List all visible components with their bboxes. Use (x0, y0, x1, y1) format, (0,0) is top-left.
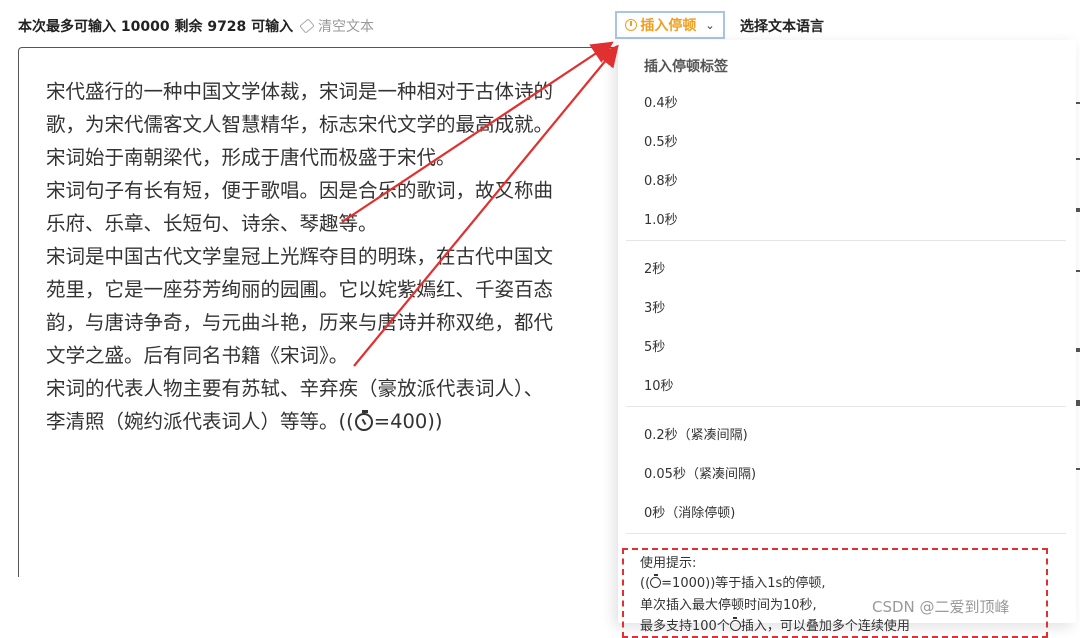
insert-pause-label: 插入停顿 (640, 18, 697, 34)
tips-line-1-prefix: (( (640, 576, 651, 591)
pause-option-0-2s[interactable]: 0.2秒（紧凑间隔) (644, 424, 748, 443)
stopwatch-icon (729, 617, 741, 631)
insert-pause-dropdown: 插入停顿标签 0.4秒 0.5秒 0.8秒 1.0秒 2秒 3秒 5秒 10秒 … (618, 40, 1076, 638)
tips-line-2: 单次插入最大停顿时间为10秒, (640, 598, 817, 613)
stopwatch-icon (650, 574, 662, 588)
eraser-icon (299, 18, 315, 34)
watermark: CSDN @二爱到顶峰 (872, 598, 1010, 616)
clear-text-button[interactable]: 清空文本 (299, 16, 374, 36)
chevron-down-icon: ⌄ (705, 18, 715, 32)
tips-line-3-prefix: 最多支持100个 (640, 619, 730, 634)
editor-line: 文学之盛。后有同名书籍《宋词》。 (46, 344, 349, 367)
pause-option-5s[interactable]: 5秒 (644, 336, 665, 355)
editor-line: 歌，为宋代儒客文人智慧精华，标志宋代文学的最高成就。 (46, 113, 554, 136)
editor-line: 宋词句子有长有短，便于歌唱。因是合乐的歌词，故又称曲 (46, 179, 554, 202)
editor-line-last: 李清照（婉约派代表词人）等等。(( =400)) (46, 405, 646, 438)
pause-option-3s[interactable]: 3秒 (644, 297, 665, 316)
pause-option-0-5s[interactable]: 0.5秒 (644, 131, 678, 150)
editor-line: 苑里，它是一座芬芳绚丽的园圃。它以姹紫嫣红、千姿百态 (46, 278, 554, 301)
pause-option-10s[interactable]: 10秒 (644, 375, 674, 394)
dropdown-header: 插入停顿标签 (644, 59, 728, 75)
editor-line: 宋代盛行的一种中国文学体裁，宋词是一种相对于古体诗的 (46, 80, 554, 103)
insert-pause-button[interactable]: 插入停顿 ⌄ (615, 11, 725, 39)
tips-line-1-suffix: =1000))等于插入1s的停顿, (661, 576, 826, 591)
editor-line: 韵，与唐诗争奇，与元曲斗艳，历来与唐诗并称双绝，都代 (46, 311, 554, 334)
tips-line-1: (( =1000))等于插入1s的停顿, (640, 572, 825, 591)
divider (626, 406, 1066, 407)
editor-line-text: 李清照（婉约派代表词人）等等。 (46, 410, 339, 433)
tips-line-3-suffix: 插入，可以叠加多个连续使用 (740, 619, 910, 634)
pause-option-0s[interactable]: 0秒（消除停顿) (644, 502, 735, 521)
tips-title: 使用提示: (640, 556, 697, 571)
tips-line-3: 最多支持100个 插入，可以叠加多个连续使用 (640, 615, 910, 634)
character-counter: 本次最多可输入 10000 剩余 9728 可输入 (18, 19, 294, 35)
editor-line: 宋词的代表人物主要有苏轼、辛弃疾（豪放派代表词人）、 (46, 377, 544, 400)
editor-line: 乐府、乐章、长短句、诗余、琴趣等。 (46, 212, 378, 235)
pause-option-0-8s[interactable]: 0.8秒 (644, 170, 678, 189)
stopwatch-icon (354, 410, 373, 431)
select-language-button[interactable]: 选择文本语言 (740, 16, 824, 36)
stopwatch-icon (625, 19, 638, 31)
pause-option-1-0s[interactable]: 1.0秒 (644, 209, 678, 228)
divider (626, 533, 1066, 534)
clear-text-label: 清空文本 (318, 19, 374, 35)
pause-tag-suffix: =400)) (373, 410, 443, 433)
pause-option-0-4s[interactable]: 0.4秒 (644, 92, 678, 111)
divider (626, 240, 1066, 241)
pause-option-0-05s[interactable]: 0.05秒（紧凑间隔) (644, 463, 756, 482)
pause-option-2s[interactable]: 2秒 (644, 258, 665, 277)
editor-line: 宋词始于南朝梁代，形成于唐代而极盛于宋代。 (46, 146, 456, 169)
editor-line: 宋词是中国古代文学皇冠上光辉夺目的明珠，在古代中国文 (46, 245, 554, 268)
editor-content[interactable]: 宋代盛行的一种中国文学体裁，宋词是一种相对于古体诗的 歌，为宋代儒客文人智慧精华… (46, 75, 646, 438)
pause-tag-prefix: (( (338, 410, 354, 433)
